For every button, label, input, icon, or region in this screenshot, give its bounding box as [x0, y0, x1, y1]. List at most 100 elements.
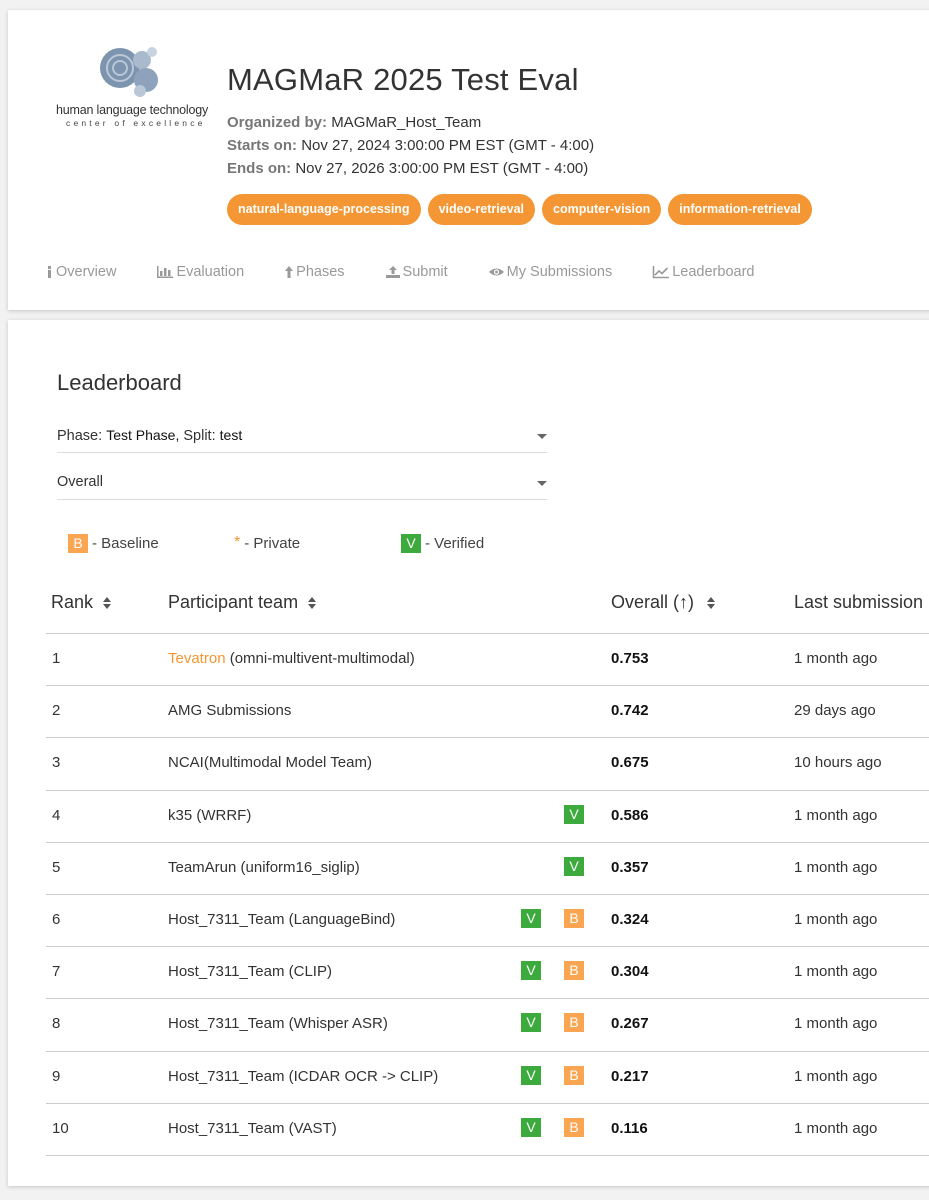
team-cell: TeamArun (uniform16_siglip) [168, 859, 360, 876]
last-submission-cell: 1 month ago [794, 1015, 878, 1033]
table-row: 9 Host_7311_Team (ICDAR OCR -> CLIP) V B 0.2… [46, 1052, 929, 1104]
rank-cell: 5 [52, 858, 61, 876]
leaderboard-title: Leaderboard [57, 370, 182, 395]
challenge-nav: Overview Evaluation Phases Submit My Sub… [46, 264, 794, 280]
score-cell: 0.753 [611, 650, 649, 667]
column-last-submission[interactable]: Last submission [794, 592, 923, 613]
table-row: 2 AMG Submissions 0.742 29 days ago [46, 686, 929, 739]
score-cell: 0.586 [611, 806, 649, 824]
end-label: Ends on: [227, 160, 292, 177]
logo-emblem-icon [100, 47, 158, 97]
verified-badge: V [521, 1117, 541, 1137]
column-overall[interactable]: Overall (↑) [611, 592, 716, 613]
rank-cell: 8 [52, 1015, 61, 1033]
team-name: Host_7311_Team (VAST) [168, 1119, 337, 1137]
last-submission-cell: 1 month ago [794, 1119, 878, 1137]
score-cell: 0.324 [611, 910, 649, 928]
phase-value: Test Phase, [106, 427, 180, 443]
verified-badge: V [564, 856, 584, 876]
rank-cell: 2 [52, 702, 61, 720]
legend-baseline: B - Baseline [68, 534, 159, 553]
baseline-badge: B [564, 961, 584, 981]
score-cell: 0.357 [611, 858, 649, 876]
legend-private: * - Private [234, 534, 300, 552]
challenge-title: MAGMaR 2025 Test Eval [227, 62, 579, 97]
score-cell: 0.217 [611, 1067, 649, 1085]
private-legend-label: - Private [244, 534, 301, 552]
tab-phases-label: Phases [296, 264, 345, 280]
column-team-label: Participant team [168, 592, 299, 612]
verified-badge: V [401, 534, 421, 553]
team-name: Host_7311_Team (Whisper ASR) [168, 1015, 388, 1033]
baseline-badge: B [564, 1117, 584, 1137]
start-date-line: Starts on: Nov 27, 2024 3:00:00 PM EST (… [227, 137, 594, 154]
table-row: 5 TeamArun (uniform16_siglip) V 0.357 1 mont… [46, 843, 929, 895]
chevron-down-icon [537, 434, 547, 439]
rank-cell: 10 [52, 1119, 69, 1137]
table-row: 3 NCAI(Multimodal Model Team) 0.675 10 hour… [46, 738, 929, 791]
baseline-badge: B [68, 534, 88, 553]
metric-select[interactable]: Overall [57, 468, 547, 500]
leaderboard-table-body: 1 Tevatron (omni-multivent-multimodal) 0.7… [46, 634, 929, 1156]
score-cell: 0.742 [611, 702, 649, 720]
team-cell: Host_7311_Team (ICDAR OCR -> CLIP) [168, 1068, 438, 1085]
split-value: test [219, 427, 243, 443]
table-row: 10 Host_7311_Team (VAST) V B 0.116 1 month ag… [46, 1104, 929, 1156]
team-name[interactable]: Tevatron [168, 650, 226, 667]
sort-icon [307, 596, 317, 609]
private-mark: * [234, 534, 241, 551]
method-name: (omni-multivent-multimodal) [225, 650, 415, 667]
tag-video-retrieval[interactable]: video-retrieval [427, 194, 536, 225]
tag-computer-vision[interactable]: computer-vision [542, 194, 662, 225]
tab-my-submissions[interactable]: My Submissions [488, 264, 612, 280]
tab-evaluation[interactable]: Evaluation [156, 264, 244, 280]
tab-leaderboard[interactable]: Leaderboard [652, 264, 754, 280]
info-icon [48, 266, 51, 278]
logo-text-line1: human language technology [56, 103, 209, 117]
column-participant-team[interactable]: Participant team [168, 592, 317, 613]
rank-cell: 3 [52, 754, 61, 772]
score-cell: 0.267 [611, 1015, 649, 1033]
phase-split-select[interactable]: Phase: Test Phase, Split: test [57, 421, 547, 453]
last-submission-cell: 29 days ago [794, 702, 876, 720]
column-overall-label: Overall (↑) [611, 592, 695, 612]
tab-submit[interactable]: Submit [385, 264, 448, 280]
table-row: 7 Host_7311_Team (CLIP) V B 0.304 1 month ago [46, 947, 929, 1000]
baseline-badge: B [564, 908, 584, 928]
end-date-line: Ends on: Nov 27, 2026 3:00:00 PM EST (GM… [227, 160, 588, 177]
tag-information-retrieval[interactable]: information-retrieval [668, 194, 812, 225]
verified-badge: V [521, 961, 541, 981]
team-cell: Host_7311_Team (LanguageBind) [168, 911, 395, 928]
last-submission-cell: 10 hours ago [794, 754, 882, 772]
chevron-down-icon [537, 481, 547, 486]
baseline-badge: B [564, 1065, 584, 1085]
team-cell: k35 (WRRF) [168, 807, 251, 824]
organizer-value: MAGMaR_Host_Team [331, 114, 482, 131]
score-cell: 0.675 [611, 754, 649, 772]
rank-cell: 6 [52, 910, 61, 928]
column-rank[interactable]: Rank [51, 592, 112, 613]
tag-natural-language-processing[interactable]: natural-language-processing [227, 194, 421, 225]
team-cell: AMG Submissions [168, 702, 291, 719]
metric-select-value: Overall [57, 474, 103, 490]
hlt-coe-logo[interactable]: human language technology center of exce… [48, 46, 223, 146]
team-cell: Host_7311_Team (VAST) [168, 1120, 337, 1137]
last-submission-cell: 1 month ago [794, 963, 878, 981]
verified-badge: V [521, 908, 541, 928]
team-cell: Tevatron (omni-multivent-multimodal) [168, 650, 415, 667]
last-submission-cell: 1 month ago [794, 1067, 878, 1085]
table-row: 1 Tevatron (omni-multivent-multimodal) 0.7… [46, 634, 929, 687]
verified-badge: V [564, 804, 584, 824]
table-row: 8 Host_7311_Team (Whisper ASR) V B 0.267 1 mo… [46, 999, 929, 1052]
team-name: NCAI(Multimodal Model Team) [168, 754, 372, 772]
organizer-line: Organized by: MAGMaR_Host_Team [227, 114, 481, 131]
start-label: Starts on: [227, 137, 298, 154]
tab-overview[interactable]: Overview [46, 264, 116, 280]
score-cell: 0.304 [611, 963, 649, 981]
team-name: Host_7311_Team (ICDAR OCR -> CLIP) [168, 1067, 439, 1085]
team-name: AMG Submissions [168, 702, 292, 720]
phase-split-text: Phase: Test Phase, Split: test [57, 427, 242, 444]
table-row: 6 Host_7311_Team (LanguageBind) V B 0.324 1 m… [46, 895, 929, 948]
tab-phases[interactable]: Phases [284, 264, 345, 280]
column-last-label: Last submission [794, 592, 924, 612]
